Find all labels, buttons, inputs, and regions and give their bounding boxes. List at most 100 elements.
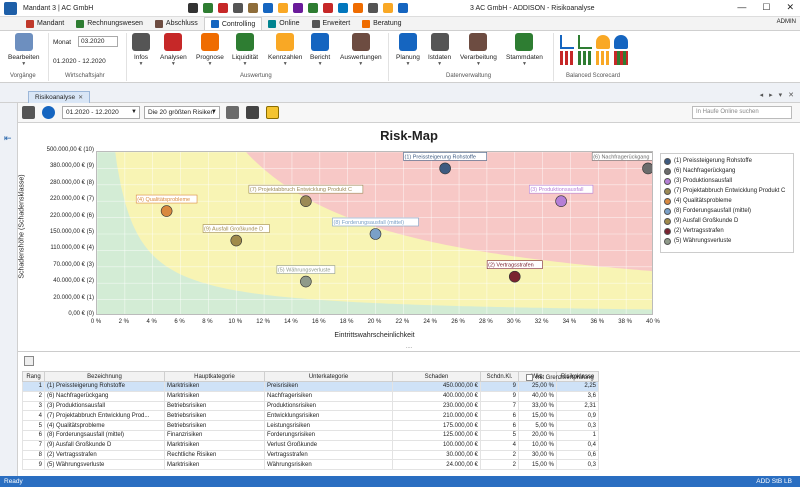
ribbon-daten-button-2[interactable]: Verarbeitung ▼: [460, 33, 497, 67]
table-row[interactable]: 7 (9) Ausfall Großkunde D Marktrisiken Verl…: [22, 439, 599, 451]
wirtschaftsjahr-range[interactable]: 01.2020 - 12.2020: [53, 58, 106, 65]
close-icon[interactable]: ✕: [786, 2, 794, 13]
ribbon-button-1[interactable]: Analysen ▼: [160, 33, 187, 67]
edit-icon: [14, 33, 33, 51]
ribbon-button-2[interactable]: Prognose ▼: [196, 33, 224, 67]
chart-trend-icon[interactable]: [578, 35, 592, 49]
quick-icon-10[interactable]: [323, 3, 334, 13]
table-row[interactable]: 2 (6) Nachfragerückgang Marktrisiken Nachfr…: [22, 390, 599, 402]
x-tick-label: 34 %: [562, 319, 577, 325]
grid-yellow-icon[interactable]: [596, 51, 610, 65]
column-header[interactable]: Rang: [22, 371, 45, 382]
risk-point-6[interactable]: [369, 228, 382, 240]
period-select[interactable]: 01.2020 - 12.2020 ▼: [62, 106, 140, 119]
quick-icon-2[interactable]: [203, 3, 214, 13]
quick-icon-4[interactable]: [233, 3, 244, 13]
ribbon-button-5[interactable]: Bericht ▼: [310, 33, 330, 67]
ribbon-button-4[interactable]: Kennzahlen ▼: [268, 33, 302, 67]
tools-icon[interactable]: [246, 106, 259, 119]
column-header[interactable]: Unterkategorie: [264, 371, 393, 382]
x-tick-label: 2 %: [118, 319, 130, 325]
checkbox-icon[interactable]: [526, 374, 533, 381]
column-header[interactable]: Schaden: [392, 371, 481, 382]
ribbon-button-3[interactable]: Liquidität ▼: [232, 33, 258, 67]
ribbon-button-0[interactable]: Infos ▼: [132, 33, 150, 67]
arrow-left-icon[interactable]: ◂: [760, 91, 764, 99]
close-icon[interactable]: ✕: [78, 94, 83, 101]
search-input[interactable]: In Haufe Online suchen: [692, 106, 792, 119]
bearbeiten-button[interactable]: Bearbeiten ▼: [8, 33, 39, 67]
tab-rechnungswesen[interactable]: Rechnungswesen: [70, 17, 149, 30]
scale-icon[interactable]: [226, 106, 239, 119]
column-header[interactable]: Hauptkategorie: [164, 371, 265, 382]
monat-input[interactable]: 03.2020: [78, 36, 118, 47]
tab-mandant[interactable]: Mandant: [20, 17, 70, 30]
dropdown-icon[interactable]: ▾: [779, 91, 783, 99]
quick-icon-1[interactable]: [188, 3, 199, 13]
tab-erweitert[interactable]: Erweitert: [306, 17, 357, 30]
quick-icon-9[interactable]: [308, 3, 319, 13]
table-row[interactable]: 4 (7) Projektabbruch Entwicklung Prod... B…: [22, 410, 599, 422]
quick-icon-3[interactable]: [218, 3, 229, 13]
ribbon-daten-button-3[interactable]: Stammdaten ▼: [506, 33, 543, 67]
quick-icon-5[interactable]: [248, 3, 259, 13]
grid-green-icon[interactable]: [578, 51, 592, 65]
quick-icon-12[interactable]: [353, 3, 364, 13]
risk-point-2[interactable]: [642, 162, 654, 175]
quick-icon-7[interactable]: [278, 3, 289, 13]
table-row[interactable]: 3 (3) Produktionsausfall Betriebsrisiken Pr…: [22, 400, 599, 412]
filter-select[interactable]: Die 20 größten Risiken ▼: [144, 106, 220, 119]
table-row[interactable]: 1 (1) Preissteigerung Rohstoffe Marktrisik…: [22, 381, 599, 392]
tab-risikoanalyse[interactable]: Risikoanalyse ✕: [28, 91, 91, 103]
risk-point-1[interactable]: [439, 162, 451, 175]
ribbon-daten-button-0[interactable]: Planung ▼: [396, 33, 420, 67]
grid-red-icon[interactable]: [560, 51, 574, 65]
risk-point-7[interactable]: [230, 234, 243, 247]
group-label-vorgaenge: Vorgänge: [10, 73, 36, 79]
refresh-icon[interactable]: [42, 106, 55, 119]
table-row[interactable]: 9 (5) Währungsverluste Marktrisiken Währung…: [22, 459, 599, 471]
arrow-right-icon[interactable]: ▸: [769, 91, 773, 99]
quick-icon-6[interactable]: [263, 3, 274, 13]
risk-point-8[interactable]: [508, 270, 521, 283]
ribbon-button-6[interactable]: Auswertungen ▼: [340, 33, 382, 67]
kpi-icon: [276, 33, 295, 51]
risk-point-9[interactable]: [300, 275, 312, 288]
quick-icon-8[interactable]: [293, 3, 304, 13]
chevron-down-icon: ▼: [521, 61, 527, 67]
minimize-icon[interactable]: —: [737, 2, 746, 13]
collapse-arrow-icon[interactable]: ⇤: [4, 133, 12, 144]
grenzwert-checkbox[interactable]: mit Grenzwertprüfung: [526, 374, 594, 381]
people-icon[interactable]: [614, 35, 628, 49]
tab-abschluss[interactable]: Abschluss: [149, 17, 204, 30]
button-label: Planung: [396, 54, 420, 61]
risk-point-4[interactable]: [300, 195, 312, 208]
chart-toggle-icon[interactable]: [266, 106, 279, 119]
column-header[interactable]: Bezeichnung: [44, 371, 165, 382]
maximize-icon[interactable]: ☐: [762, 2, 770, 13]
tab-label: Rechnungswesen: [87, 20, 143, 27]
grid-mixed-icon[interactable]: [614, 51, 628, 65]
quick-icon-13[interactable]: [368, 3, 379, 13]
x-tick-label: 14 %: [284, 319, 298, 325]
column-header[interactable]: Schdn.Kl.: [480, 371, 519, 382]
chart-line-icon[interactable]: [560, 35, 574, 49]
table-row[interactable]: 6 (8) Forderungsausfall (mittel) Finanzris…: [22, 429, 599, 441]
tab-beratung[interactable]: Beratung: [356, 17, 407, 30]
print-icon[interactable]: [22, 106, 35, 119]
table-row[interactable]: 5 (4) Qualitätsprobleme Betriebsrisiken Lei…: [22, 420, 599, 431]
table-row[interactable]: 8 (2) Vertragsstrafen Rechtliche Risiken Ve…: [22, 449, 599, 461]
ribbon-daten-button-1[interactable]: Istdaten ▼: [428, 33, 451, 67]
tab-online[interactable]: Online: [262, 17, 305, 30]
quick-icon-14[interactable]: [383, 3, 394, 13]
quick-icon-11[interactable]: [338, 3, 349, 13]
quick-icon-15[interactable]: [398, 3, 409, 13]
risk-point-5[interactable]: [160, 205, 173, 217]
table-cell: Forderungsrisiken: [264, 429, 393, 441]
chevron-down-icon: ▼: [358, 61, 364, 67]
tab-controlling[interactable]: Controlling: [203, 17, 263, 30]
people-icon[interactable]: [596, 35, 610, 49]
close-icon[interactable]: ✕: [788, 91, 794, 99]
risk-point-3[interactable]: [555, 195, 567, 208]
table-icon[interactable]: [24, 356, 34, 366]
